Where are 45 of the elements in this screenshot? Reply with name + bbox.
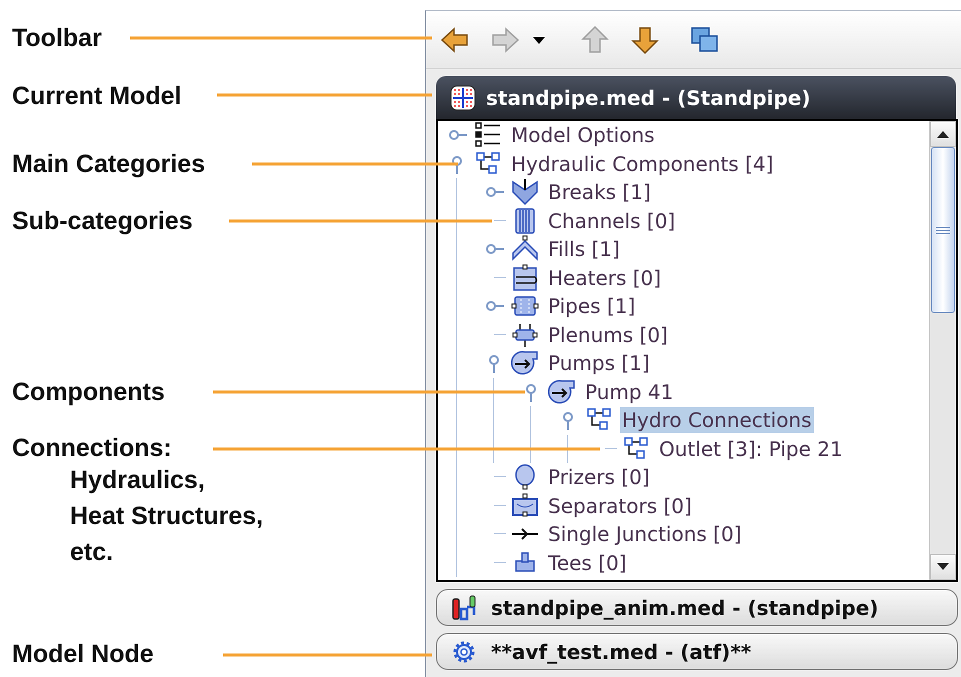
callout-label: Components — [12, 378, 165, 406]
caret-icon — [532, 34, 546, 44]
down-arrow-icon — [937, 563, 949, 571]
grid-icon — [450, 84, 476, 110]
tree-item[interactable]: Single Junctions [0] — [546, 521, 744, 548]
pump-icon — [511, 349, 539, 378]
model-node-button[interactable]: **avf_test.med - (atf)** — [436, 633, 958, 670]
callout-label: Current Model — [12, 82, 182, 110]
callout-detail: Hydraulics, — [70, 465, 206, 496]
list-icon — [474, 121, 502, 150]
tree-item[interactable]: Outlet [3]: Pipe 21 — [657, 436, 845, 462]
pump-icon — [548, 378, 576, 406]
tree-item[interactable]: Prizers [0] — [546, 464, 652, 490]
tree-item[interactable]: Pumps [1] — [546, 350, 652, 376]
model-node-button[interactable]: standpipe_anim.med - (standpipe) — [436, 589, 958, 626]
tree-item[interactable]: Pump 41 — [583, 378, 676, 405]
tree-item[interactable]: Pipes [1] — [546, 293, 638, 320]
callout-label: Sub-categories — [12, 207, 193, 235]
tree-item[interactable]: Channels [0] — [546, 208, 678, 234]
tree-item[interactable]: Fills [1] — [546, 236, 622, 262]
tree-item[interactable]: Plenums [0] — [546, 322, 670, 348]
callout-label: Model Node — [12, 640, 154, 668]
tree-item[interactable]: Tees [0] — [546, 550, 629, 576]
chevron-up-icon — [511, 235, 539, 264]
tree-item[interactable]: Heaters [0] — [546, 264, 664, 291]
tree-item[interactable]: Model Options — [509, 122, 657, 148]
chevron-down-icon — [511, 178, 539, 206]
scrollbar[interactable] — [929, 121, 956, 580]
gear-icon — [451, 638, 477, 664]
callout-detail: etc. — [70, 537, 114, 568]
callout-label: Toolbar — [12, 24, 102, 52]
tree-item[interactable]: Hydraulic Components [4] — [509, 150, 776, 177]
heater-icon — [511, 264, 539, 292]
callout-detail: Heat Structures, — [70, 501, 264, 532]
tree-item[interactable]: Separators [0] — [546, 492, 694, 519]
scroll-down-button[interactable] — [930, 554, 956, 580]
callout-label: Connections: — [12, 434, 173, 462]
callout-label: Main Categories — [12, 150, 206, 178]
scroll-up-button[interactable] — [930, 121, 956, 147]
tree-item[interactable]: Hydro Connections — [620, 407, 814, 434]
animation-model-icon — [451, 594, 477, 620]
up-arrow-icon — [937, 130, 949, 138]
scroll-thumb[interactable] — [931, 147, 955, 313]
model-header[interactable]: standpipe.med - (Standpipe) — [436, 76, 956, 119]
tree-item[interactable]: Breaks [1] — [546, 179, 653, 206]
